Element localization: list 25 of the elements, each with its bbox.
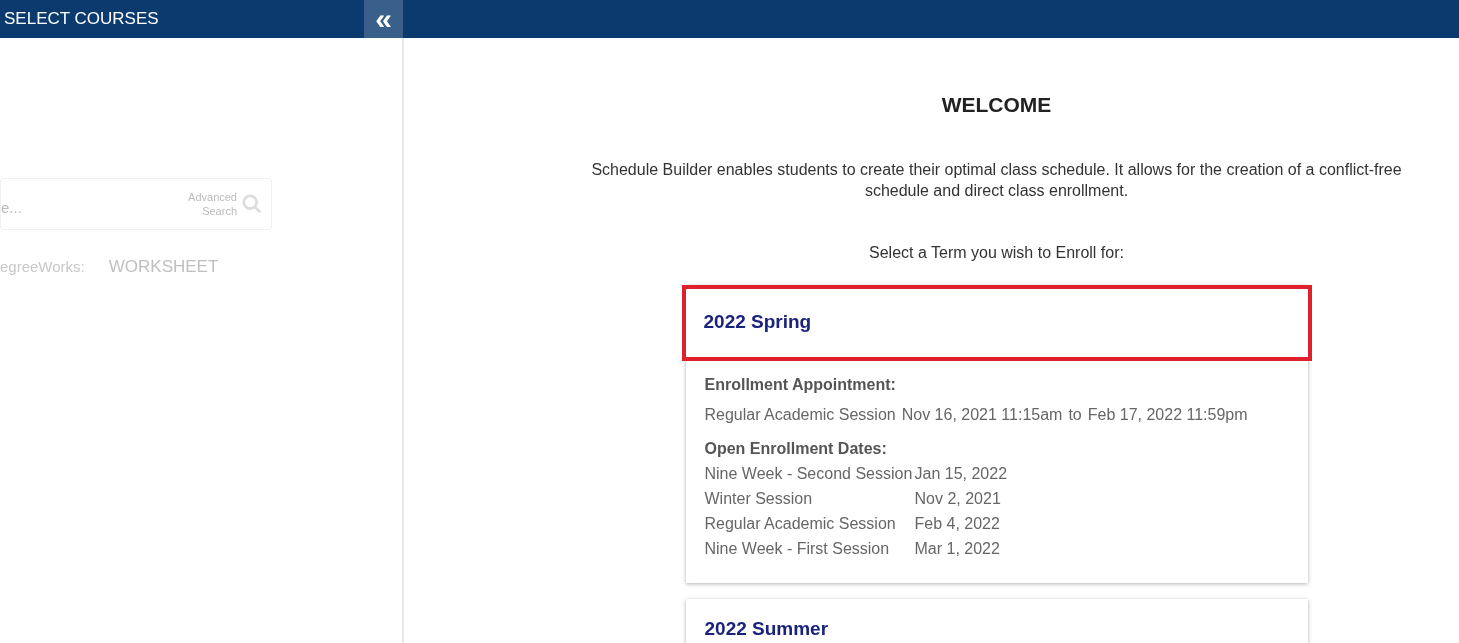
- session-name: Regular Academic Session: [704, 513, 897, 534]
- session-date: Feb 4, 2022: [914, 513, 1000, 534]
- appointment-start: Nov 16, 2021 11:15am: [901, 404, 1063, 425]
- session-name: Regular Academic Session: [704, 404, 896, 425]
- to-label: to: [1068, 404, 1082, 425]
- session-date: Jan 15, 2022: [914, 463, 1008, 484]
- session-date: Mar 1, 2022: [914, 538, 1000, 559]
- term-name: 2022 Spring: [703, 310, 812, 335]
- session-date: Nov 2, 2021: [914, 488, 1001, 509]
- collapse-button[interactable]: «: [364, 0, 403, 38]
- session-name: Nine Week - Second Session: [704, 463, 914, 484]
- term-header[interactable]: 2022 Spring: [681, 284, 1312, 361]
- term-header[interactable]: 2022 Summer: [685, 598, 1308, 643]
- search-placeholder: e...: [1, 197, 22, 218]
- open-dates-label: Open Enrollment Dates:: [704, 438, 888, 459]
- term-name: 2022 Summer: [704, 617, 829, 642]
- session-name: Nine Week - First Session: [704, 538, 891, 559]
- appointment-end: Feb 17, 2022 11:59pm: [1087, 404, 1248, 425]
- search-icon[interactable]: [241, 193, 263, 215]
- intro-text: Schedule Builder enables students to create their optimal class schedule. It allows for the creation of a conflict-free schedule and direct class enrollment.: [590, 159, 1403, 201]
- appointment-label: Enrollment Appointment:: [704, 374, 897, 395]
- welcome-heading: WELCOME: [941, 92, 1052, 118]
- panel-title: SELECT COURSES: [3, 8, 159, 31]
- term-prompt: Select a Term you wish to Enroll for:: [869, 242, 1124, 263]
- session-name: Winter Session: [704, 488, 814, 509]
